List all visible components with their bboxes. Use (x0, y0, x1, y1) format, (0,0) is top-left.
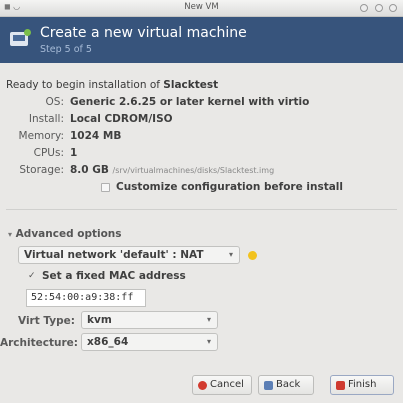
chevron-down-icon: ▾ (206, 315, 211, 324)
cpus-value: 1 (70, 147, 78, 159)
os-value: Generic 2.6.25 or later kernel with virt… (70, 96, 310, 108)
divider (6, 209, 397, 210)
virt-type-label: Virt Type: (18, 315, 75, 327)
ready-line: Ready to begin installation of Slacktest (6, 79, 218, 91)
virt-type-value: kvm (87, 314, 112, 326)
install-label: Install: (28, 113, 64, 125)
warning-icon (248, 251, 257, 260)
cpus-label: CPUs: (33, 147, 64, 159)
virt-type-select[interactable]: kvm ▾ (81, 311, 218, 329)
window-controls (357, 3, 397, 15)
wizard-title: Create a new virtual machine (40, 25, 247, 41)
cancel-label: Cancel (210, 379, 244, 390)
storage-size: 8.0 GB (70, 164, 109, 176)
maximize-button[interactable] (374, 4, 383, 12)
storage-path: /srv/virtualmachines/disks/Slacktest.img (112, 166, 275, 175)
wizard-step: Step 5 of 5 (40, 44, 92, 55)
back-label: Back (276, 379, 301, 390)
new-vm-icon (10, 29, 31, 46)
vm-name: Slacktest (163, 79, 219, 91)
finish-icon (336, 381, 345, 390)
ready-text: Ready to begin installation of (6, 79, 164, 91)
window-title: New VM (184, 2, 219, 12)
cancel-icon (198, 381, 207, 390)
wizard-content: Ready to begin installation of Slacktest… (0, 63, 403, 403)
architecture-value: x86_64 (87, 336, 129, 348)
os-label: OS: (45, 96, 64, 108)
close-button[interactable] (389, 4, 397, 12)
advanced-options-expander[interactable]: ▾ Advanced options (8, 228, 122, 240)
chevron-down-icon: ▾ (228, 250, 233, 259)
architecture-label: Architecture: (0, 337, 78, 349)
expander-arrow-icon: ▾ (8, 230, 13, 239)
chevron-down-icon: ▾ (206, 337, 211, 346)
finish-label: Finish (348, 379, 377, 390)
storage-value: 8.0 GB /srv/virtualmachines/disks/Slackt… (70, 164, 274, 176)
customize-checkbox[interactable] (101, 183, 110, 192)
minimize-button[interactable] (360, 4, 369, 12)
install-value: Local CDROM/ISO (70, 113, 173, 125)
finish-button[interactable]: Finish (330, 375, 394, 395)
memory-value: 1024 MB (70, 130, 122, 142)
wizard-header: Create a new virtual machine Step 5 of 5 (0, 17, 403, 63)
customize-label[interactable]: Customize configuration before install (116, 181, 343, 193)
mac-address-input[interactable]: 52:54:00:a9:38:ff (26, 289, 146, 307)
architecture-select[interactable]: x86_64 ▾ (81, 333, 218, 351)
network-select-value: Virtual network 'default' : NAT (24, 249, 204, 261)
mac-checkbox[interactable]: ✓ (28, 271, 36, 281)
memory-label: Memory: (18, 130, 64, 142)
back-button[interactable]: Back (258, 375, 314, 395)
window-titlebar: ◼ ◡ New VM (0, 0, 403, 17)
storage-label: Storage: (19, 164, 64, 176)
back-arrow-icon (264, 381, 273, 390)
cancel-button[interactable]: Cancel (192, 375, 252, 395)
advanced-options-label: Advanced options (15, 228, 122, 240)
network-select[interactable]: Virtual network 'default' : NAT ▾ (18, 246, 240, 264)
mac-checkbox-label[interactable]: Set a fixed MAC address (42, 270, 186, 282)
